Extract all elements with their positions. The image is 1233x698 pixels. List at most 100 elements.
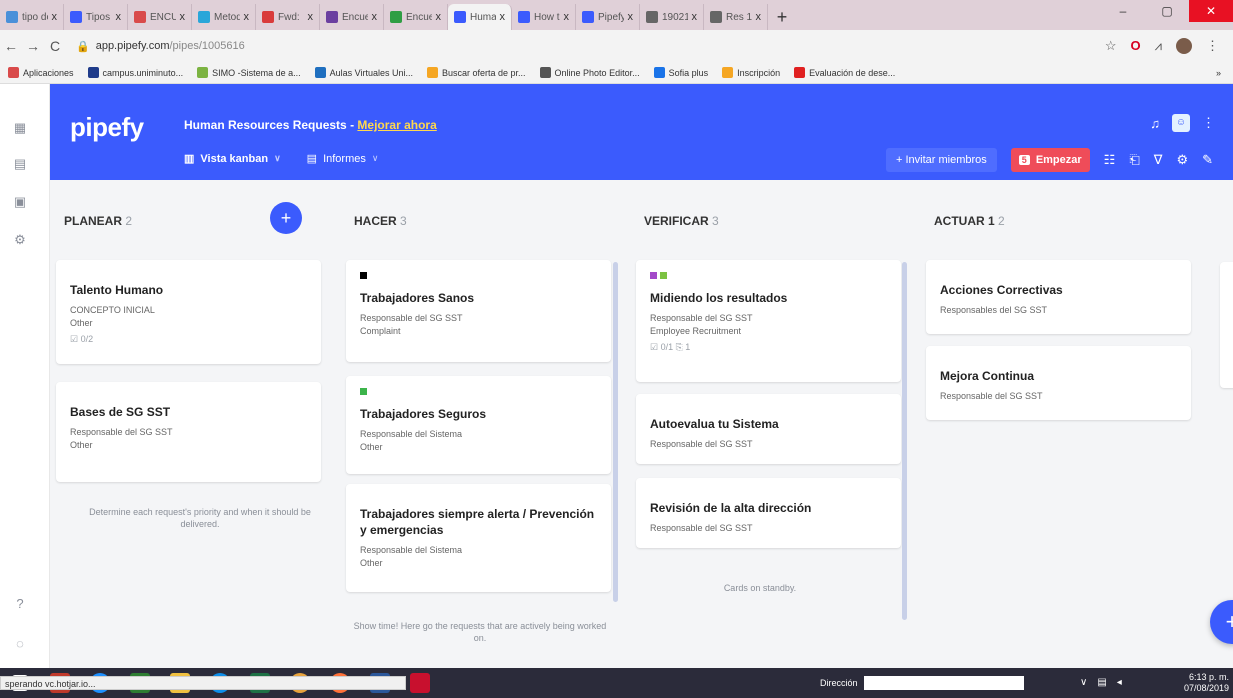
- column-header[interactable]: HACER 3: [354, 214, 407, 228]
- tab-close-icon[interactable]: x: [436, 11, 442, 23]
- invite-members-button[interactable]: + Invitar miembros: [886, 148, 997, 172]
- bookmark-item[interactable]: Sofia plus: [653, 67, 708, 78]
- back-icon[interactable]: ←: [0, 38, 22, 54]
- opera-icon[interactable]: O: [1131, 38, 1141, 54]
- next-column-partial-card[interactable]: [1220, 262, 1233, 388]
- browser-tab[interactable]: Res 1 x: [704, 4, 768, 30]
- kanban-card[interactable]: Bases de SG SST Responsable del SG SST Oth…: [56, 382, 321, 482]
- help-icon[interactable]: ?: [12, 596, 28, 612]
- tab-close-icon[interactable]: x: [308, 11, 314, 23]
- browser-tab[interactable]: Huma x: [448, 4, 512, 30]
- tab-close-icon[interactable]: x: [244, 11, 250, 23]
- column-count: 2: [998, 214, 1005, 228]
- bookmark-icon: [197, 67, 209, 78]
- browser-tab[interactable]: Encuex: [320, 4, 384, 30]
- more-icon[interactable]: ⋮: [1202, 115, 1215, 131]
- tab-close-icon[interactable]: x: [692, 11, 698, 23]
- volume-icon[interactable]: ◂: [1117, 677, 1122, 688]
- clock[interactable]: 6:13 p. m. 07/08/2019: [1184, 672, 1229, 694]
- filter-icon[interactable]: ∇: [1154, 152, 1163, 168]
- clock-date: 07/08/2019: [1183, 683, 1229, 693]
- browser-tab[interactable]: Fwd: x: [256, 4, 320, 30]
- add-card-fab[interactable]: +: [1210, 600, 1233, 644]
- tab-close-icon[interactable]: x: [756, 11, 762, 23]
- browser-tab[interactable]: ENCU x: [128, 4, 192, 30]
- forward-icon[interactable]: →: [22, 38, 44, 54]
- members-icon[interactable]: ☷: [1104, 152, 1116, 168]
- settings-icon[interactable]: ⚙: [1176, 152, 1188, 168]
- kanban-card[interactable]: Talento Humano CONCEPTO INICIAL Other ☑ 0/2: [56, 260, 321, 364]
- mcafee-icon[interactable]: [400, 668, 440, 698]
- bookmark-item[interactable]: SIMO -Sistema de a...: [197, 67, 301, 78]
- tab-close-icon[interactable]: x: [628, 11, 634, 23]
- close-window-button[interactable]: ✕: [1189, 0, 1233, 22]
- bookmark-item[interactable]: Aplicaciones: [8, 67, 74, 78]
- chevron-down-icon[interactable]: ∨: [1080, 677, 1087, 688]
- profile-avatar[interactable]: [1176, 38, 1192, 54]
- tab-close-icon[interactable]: x: [564, 11, 570, 23]
- taskbar-address-input[interactable]: [863, 676, 1024, 690]
- minimize-button[interactable]: –: [1101, 0, 1145, 22]
- extension-icon[interactable]: ⩘: [1155, 38, 1162, 54]
- tab-close-icon[interactable]: x: [116, 11, 122, 23]
- database-icon[interactable]: ▤: [12, 156, 28, 172]
- kanban-card[interactable]: Acciones Correctivas Responsables del SG …: [926, 260, 1191, 334]
- kanban-view-tab[interactable]: ▥ Vista kanban ∨: [184, 152, 281, 166]
- upgrade-link[interactable]: Mejorar ahora: [357, 118, 436, 132]
- reports-view-tab[interactable]: ▤ Informes ∨: [307, 152, 379, 166]
- pipefy-logo[interactable]: pipefy: [70, 112, 144, 143]
- browser-tab[interactable]: Tipos x: [64, 4, 128, 30]
- import-icon[interactable]: ⎗: [1129, 152, 1139, 168]
- chat-icon[interactable]: ◌: [12, 636, 28, 652]
- kanban-card[interactable]: Trabajadores Seguros Responsable del Sist…: [346, 376, 611, 474]
- kanban-card[interactable]: Autoevalua tu Sistema Responsable del SG …: [636, 394, 901, 464]
- reload-icon[interactable]: C: [44, 38, 66, 54]
- bookmark-item[interactable]: Buscar oferta de pr...: [426, 67, 526, 78]
- column-count: 3: [712, 214, 719, 228]
- user-avatar[interactable]: ☺: [1172, 114, 1190, 132]
- list-icon[interactable]: ▣: [12, 194, 28, 210]
- new-tab-button[interactable]: +: [768, 4, 796, 30]
- column-scrollbar[interactable]: [613, 262, 618, 602]
- column-name: HACER: [354, 214, 397, 228]
- bookmarks-overflow-button[interactable]: »: [1216, 68, 1233, 78]
- maximize-button[interactable]: ▢: [1145, 0, 1189, 22]
- tab-close-icon[interactable]: x: [180, 11, 186, 23]
- reports-view-label: Informes: [323, 152, 366, 165]
- pipe-name[interactable]: Human Resources Requests: [184, 118, 347, 132]
- menu-icon[interactable]: ⋮: [1206, 38, 1219, 54]
- bookmark-item[interactable]: Online Photo Editor...: [539, 67, 640, 78]
- star-icon[interactable]: ☆: [1105, 38, 1117, 54]
- kanban-card[interactable]: Midiendo los resultados Responsable del S…: [636, 260, 901, 382]
- browser-tab[interactable]: Metod x: [192, 4, 256, 30]
- kanban-card[interactable]: Trabajadores Sanos Responsable del SG SST…: [346, 260, 611, 362]
- bookmark-item[interactable]: Evaluación de dese...: [794, 67, 895, 78]
- address-bar[interactable]: 🔒 app.pipefy.com/pipes/1005616: [76, 35, 1105, 57]
- browser-tab[interactable]: tipo de x: [0, 4, 64, 30]
- start-button[interactable]: 5 Empezar: [1010, 148, 1090, 172]
- column-scrollbar[interactable]: [902, 262, 907, 620]
- bot-icon[interactable]: ⚙: [12, 232, 28, 248]
- kanban-card[interactable]: Mejora Continua Responsable del SG SST: [926, 346, 1191, 420]
- bookmark-item[interactable]: campus.uniminuto...: [87, 67, 183, 78]
- tab-close-icon[interactable]: x: [52, 11, 58, 23]
- wrench-icon[interactable]: ✎: [1202, 152, 1213, 168]
- bookmark-item[interactable]: Inscripción: [722, 67, 780, 78]
- browser-tab[interactable]: How t x: [512, 4, 576, 30]
- tab-close-icon[interactable]: x: [372, 11, 378, 23]
- column-header[interactable]: VERIFICAR 3: [644, 214, 719, 228]
- browser-tab[interactable]: Pipefy x: [576, 4, 640, 30]
- tab-close-icon[interactable]: x: [500, 11, 506, 23]
- kanban-card[interactable]: Trabajadores siempre alerta / Prevención…: [346, 484, 611, 592]
- browser-tab[interactable]: 19021 x: [640, 4, 704, 30]
- kanban-card[interactable]: Revisión de la alta dirección Responsable…: [636, 478, 901, 548]
- bookmark-item[interactable]: Aulas Virtuales Uni...: [314, 67, 413, 78]
- apps-icon[interactable]: ▦: [12, 120, 28, 136]
- column-header[interactable]: ACTUAR 1 2: [934, 214, 1005, 228]
- column-header[interactable]: PLANEAR 2: [64, 214, 132, 228]
- card-field: Responsable del SG SST: [940, 391, 1043, 401]
- network-icon[interactable]: ▤: [1097, 677, 1106, 688]
- add-card-button[interactable]: +: [270, 202, 302, 234]
- browser-tab[interactable]: Encuex: [384, 4, 448, 30]
- bell-icon[interactable]: ♫: [1150, 116, 1160, 131]
